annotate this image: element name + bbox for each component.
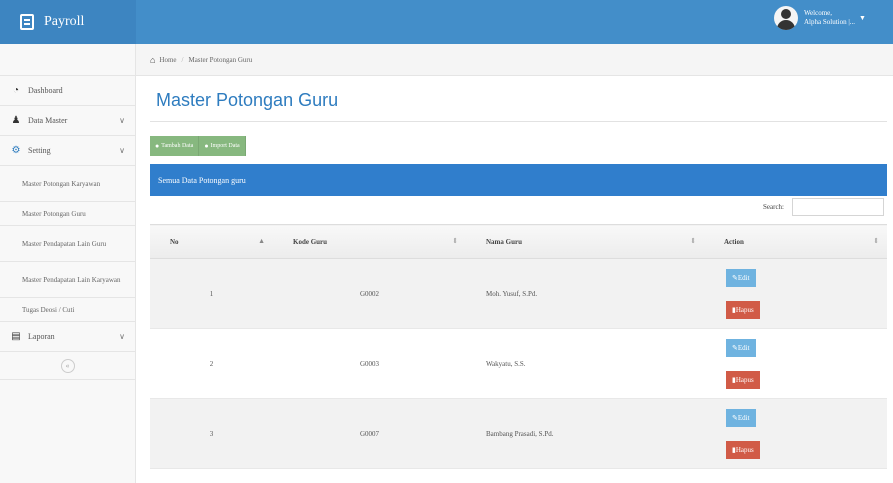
breadcrumb: ⌂ Home / Master Potongan Guru [136,44,893,76]
sidebar-item-label: Dashboard [28,86,63,95]
cell-nama: Moh. Yusuf, S.Pd. [466,258,704,329]
column-header-no[interactable]: No ▲ [150,224,273,259]
search-input[interactable] [792,198,884,216]
cell-nama: Bambang Prasadi, S.Pd. [466,398,704,469]
column-label: Kode Guru [293,237,328,246]
report-icon: ▤ [11,331,21,342]
submenu-label: Master Potongan Karyawan [22,179,101,188]
breadcrumb-separator: / [181,55,184,64]
plus-icon: ● [155,142,160,150]
toolbar: ● Tambah Data ● Import Data [150,136,246,156]
chevron-down-icon: ∨ [119,332,125,341]
column-header-kode-guru[interactable]: Kode Guru ⇕ [273,224,466,259]
column-label: Action [724,237,744,246]
column-label: Nama Guru [486,237,522,246]
data-table: No ▲ Kode Guru ⇕ Nama Guru ⇕ Action ⇕ 1 … [150,224,887,469]
tachometer-icon: ◔ [12,85,20,96]
delete-label: Hapus [735,375,754,384]
column-header-action[interactable]: Action ⇕ [704,224,887,259]
edit-label: Edit [737,413,750,422]
submenu-label: Master Pendapatan Lain Karyawan [22,275,121,284]
edit-button[interactable]: ✎ Edit [726,268,756,287]
sidebar-item-label: Data Master [28,116,68,125]
add-data-label: Tambah Data [161,143,194,149]
column-header-nama-guru[interactable]: Nama Guru ⇕ [466,224,704,259]
submenu-label: Master Potongan Guru [22,209,86,218]
cogs-icon: ⚙ [11,145,21,156]
cell-no: 3 [150,398,273,469]
submenu-label: Master Pendapatan Lain Guru [22,239,107,248]
user-menu[interactable]: Welcome, Alpha Solution |... ▼ [774,6,866,30]
delete-button[interactable]: ▮ Hapus [726,300,760,319]
search-label: Search: [763,203,784,211]
breadcrumb-home[interactable]: Home [159,56,176,64]
user-avatar-icon [774,6,798,30]
caret-down-icon: ▼ [859,14,866,22]
table-header-row: No ▲ Kode Guru ⇕ Nama Guru ⇕ Action ⇕ [150,224,887,259]
brand[interactable]: Payroll [0,0,136,44]
chevron-down-icon: ∨ [119,116,125,125]
edit-label: Edit [737,343,750,352]
double-chevron-left-icon[interactable]: « [60,358,75,373]
sidebar-item-data-master[interactable]: ♟ Data Master ∨ [0,106,135,136]
submenu-label: Tugas Deosi / Cuti [22,305,75,314]
edit-button[interactable]: ✎ Edit [726,338,756,357]
sort-asc-icon: ▲ [258,237,265,245]
cell-kode: G0003 [273,328,466,399]
edit-label: Edit [737,273,750,282]
table-row: 2 G0003 Wakyatu, S.S. ✎ Edit ▮ Hapus [150,328,887,399]
sort-icon: ⇕ [452,237,458,245]
page-title: Master Potongan Guru [156,90,339,110]
sort-icon: ⇕ [873,237,879,245]
edit-button[interactable]: ✎ Edit [726,408,756,427]
delete-button[interactable]: ▮ Hapus [726,440,760,459]
delete-button[interactable]: ▮ Hapus [726,370,760,389]
sort-icon: ⇕ [690,237,696,245]
top-navbar: Payroll Welcome, Alpha Solution |... ▼ [0,0,893,44]
cell-action: ✎ Edit ▮ Hapus [704,328,887,399]
user-icon: ♟ [11,115,21,126]
payroll-logo-icon [20,14,34,30]
table-row: 1 G0002 Moh. Yusuf, S.Pd. ✎ Edit ▮ Hapus [150,258,887,329]
submenu-master-pendapatan-lain-karyawan[interactable]: Master Pendapatan Lain Karyawan [0,262,135,298]
upload-icon: ● [204,142,209,150]
submenu-master-potongan-guru[interactable]: Master Potongan Guru [0,202,135,226]
import-data-button[interactable]: ● Import Data [199,136,246,156]
sidebar-item-laporan[interactable]: ▤ Laporan ∨ [0,322,135,352]
cell-kode: G0007 [273,398,466,469]
sidebar-collapse: « [0,352,135,380]
sidebar-item-label: Laporan [28,332,55,341]
sidebar: ◔ Dashboard ♟ Data Master ∨ ⚙ Setting ∨ … [0,44,136,483]
chevron-down-icon: ∨ [119,146,125,155]
sidebar-item-label: Setting [28,146,51,155]
cell-nama: Wakyatu, S.S. [466,328,704,399]
add-data-button[interactable]: ● Tambah Data [150,136,200,156]
sidebar-shortcuts [0,44,135,76]
table-header-bar: Semua Data Potongan guru [150,164,887,196]
home-icon: ⌂ [150,54,156,65]
submenu-tugas-deosi-cuti[interactable]: Tugas Deosi / Cuti [0,298,135,322]
submenu-master-pendapatan-lain-guru[interactable]: Master Pendapatan Lain Guru [0,226,135,262]
delete-label: Hapus [735,445,754,454]
sidebar-item-dashboard[interactable]: ◔ Dashboard [0,76,135,106]
sidebar-item-setting[interactable]: ⚙ Setting ∨ [0,136,135,166]
cell-kode: G0002 [273,258,466,329]
submenu-master-potongan-karyawan[interactable]: Master Potongan Karyawan [0,166,135,202]
cell-no: 2 [150,328,273,399]
delete-label: Hapus [735,305,754,314]
cell-no: 1 [150,258,273,329]
divider [150,121,887,122]
welcome-text: Welcome, [804,9,833,17]
column-label: No [170,237,179,246]
user-name: Alpha Solution |... [804,18,855,26]
import-data-label: Import Data [210,143,240,149]
cell-action: ✎ Edit ▮ Hapus [704,398,887,469]
breadcrumb-current: Master Potongan Guru [188,55,253,64]
app-title: Payroll [44,14,85,29]
table-row: 3 G0007 Bambang Prasadi, S.Pd. ✎ Edit ▮ Ha… [150,398,887,469]
cell-action: ✎ Edit ▮ Hapus [704,258,887,329]
